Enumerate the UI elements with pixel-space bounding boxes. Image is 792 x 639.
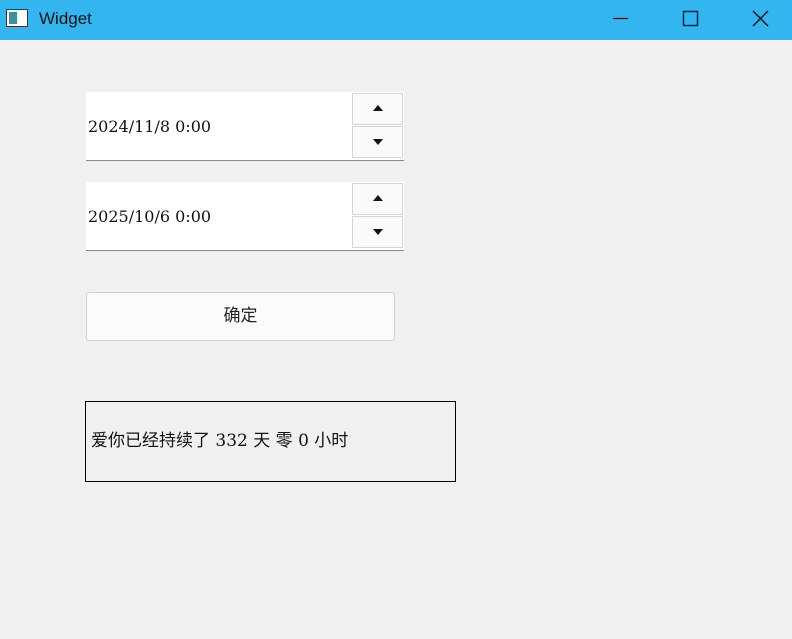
title-bar[interactable]: Widget	[0, 0, 792, 40]
minimize-icon	[613, 17, 628, 20]
start-datetime-decrement-button[interactable]	[352, 126, 403, 158]
close-icon	[752, 10, 769, 27]
maximize-button[interactable]	[659, 0, 721, 40]
minimize-button[interactable]	[590, 0, 652, 40]
arrow-down-icon	[373, 139, 383, 145]
close-button[interactable]	[730, 0, 792, 40]
end-datetime-value[interactable]: 2025/10/6 0:00	[88, 206, 211, 228]
end-datetime-edit[interactable]: 2025/10/6 0:00	[86, 182, 404, 251]
start-datetime-edit[interactable]: 2024/11/8 0:00	[86, 92, 404, 161]
arrow-down-icon	[373, 229, 383, 235]
arrow-up-icon	[373, 105, 383, 111]
window-title: Widget	[39, 9, 92, 28]
arrow-up-icon	[373, 195, 383, 201]
result-text: 爱你已经持续了 332 天 零 0 小时	[91, 431, 349, 451]
end-datetime-decrement-button[interactable]	[352, 216, 403, 248]
result-label-box: 爱你已经持续了 332 天 零 0 小时	[85, 401, 456, 482]
app-window: Widget 2024/11/8 0:00 2025/10/6 0:00 确定 …	[0, 0, 792, 639]
confirm-button[interactable]: 确定	[86, 292, 395, 341]
app-window-icon	[6, 9, 28, 27]
start-datetime-increment-button[interactable]	[352, 93, 403, 125]
maximize-icon	[682, 10, 699, 27]
start-datetime-spinner	[352, 93, 403, 158]
end-datetime-increment-button[interactable]	[352, 183, 403, 215]
end-datetime-spinner	[352, 183, 403, 248]
start-datetime-value[interactable]: 2024/11/8 0:00	[88, 116, 211, 138]
